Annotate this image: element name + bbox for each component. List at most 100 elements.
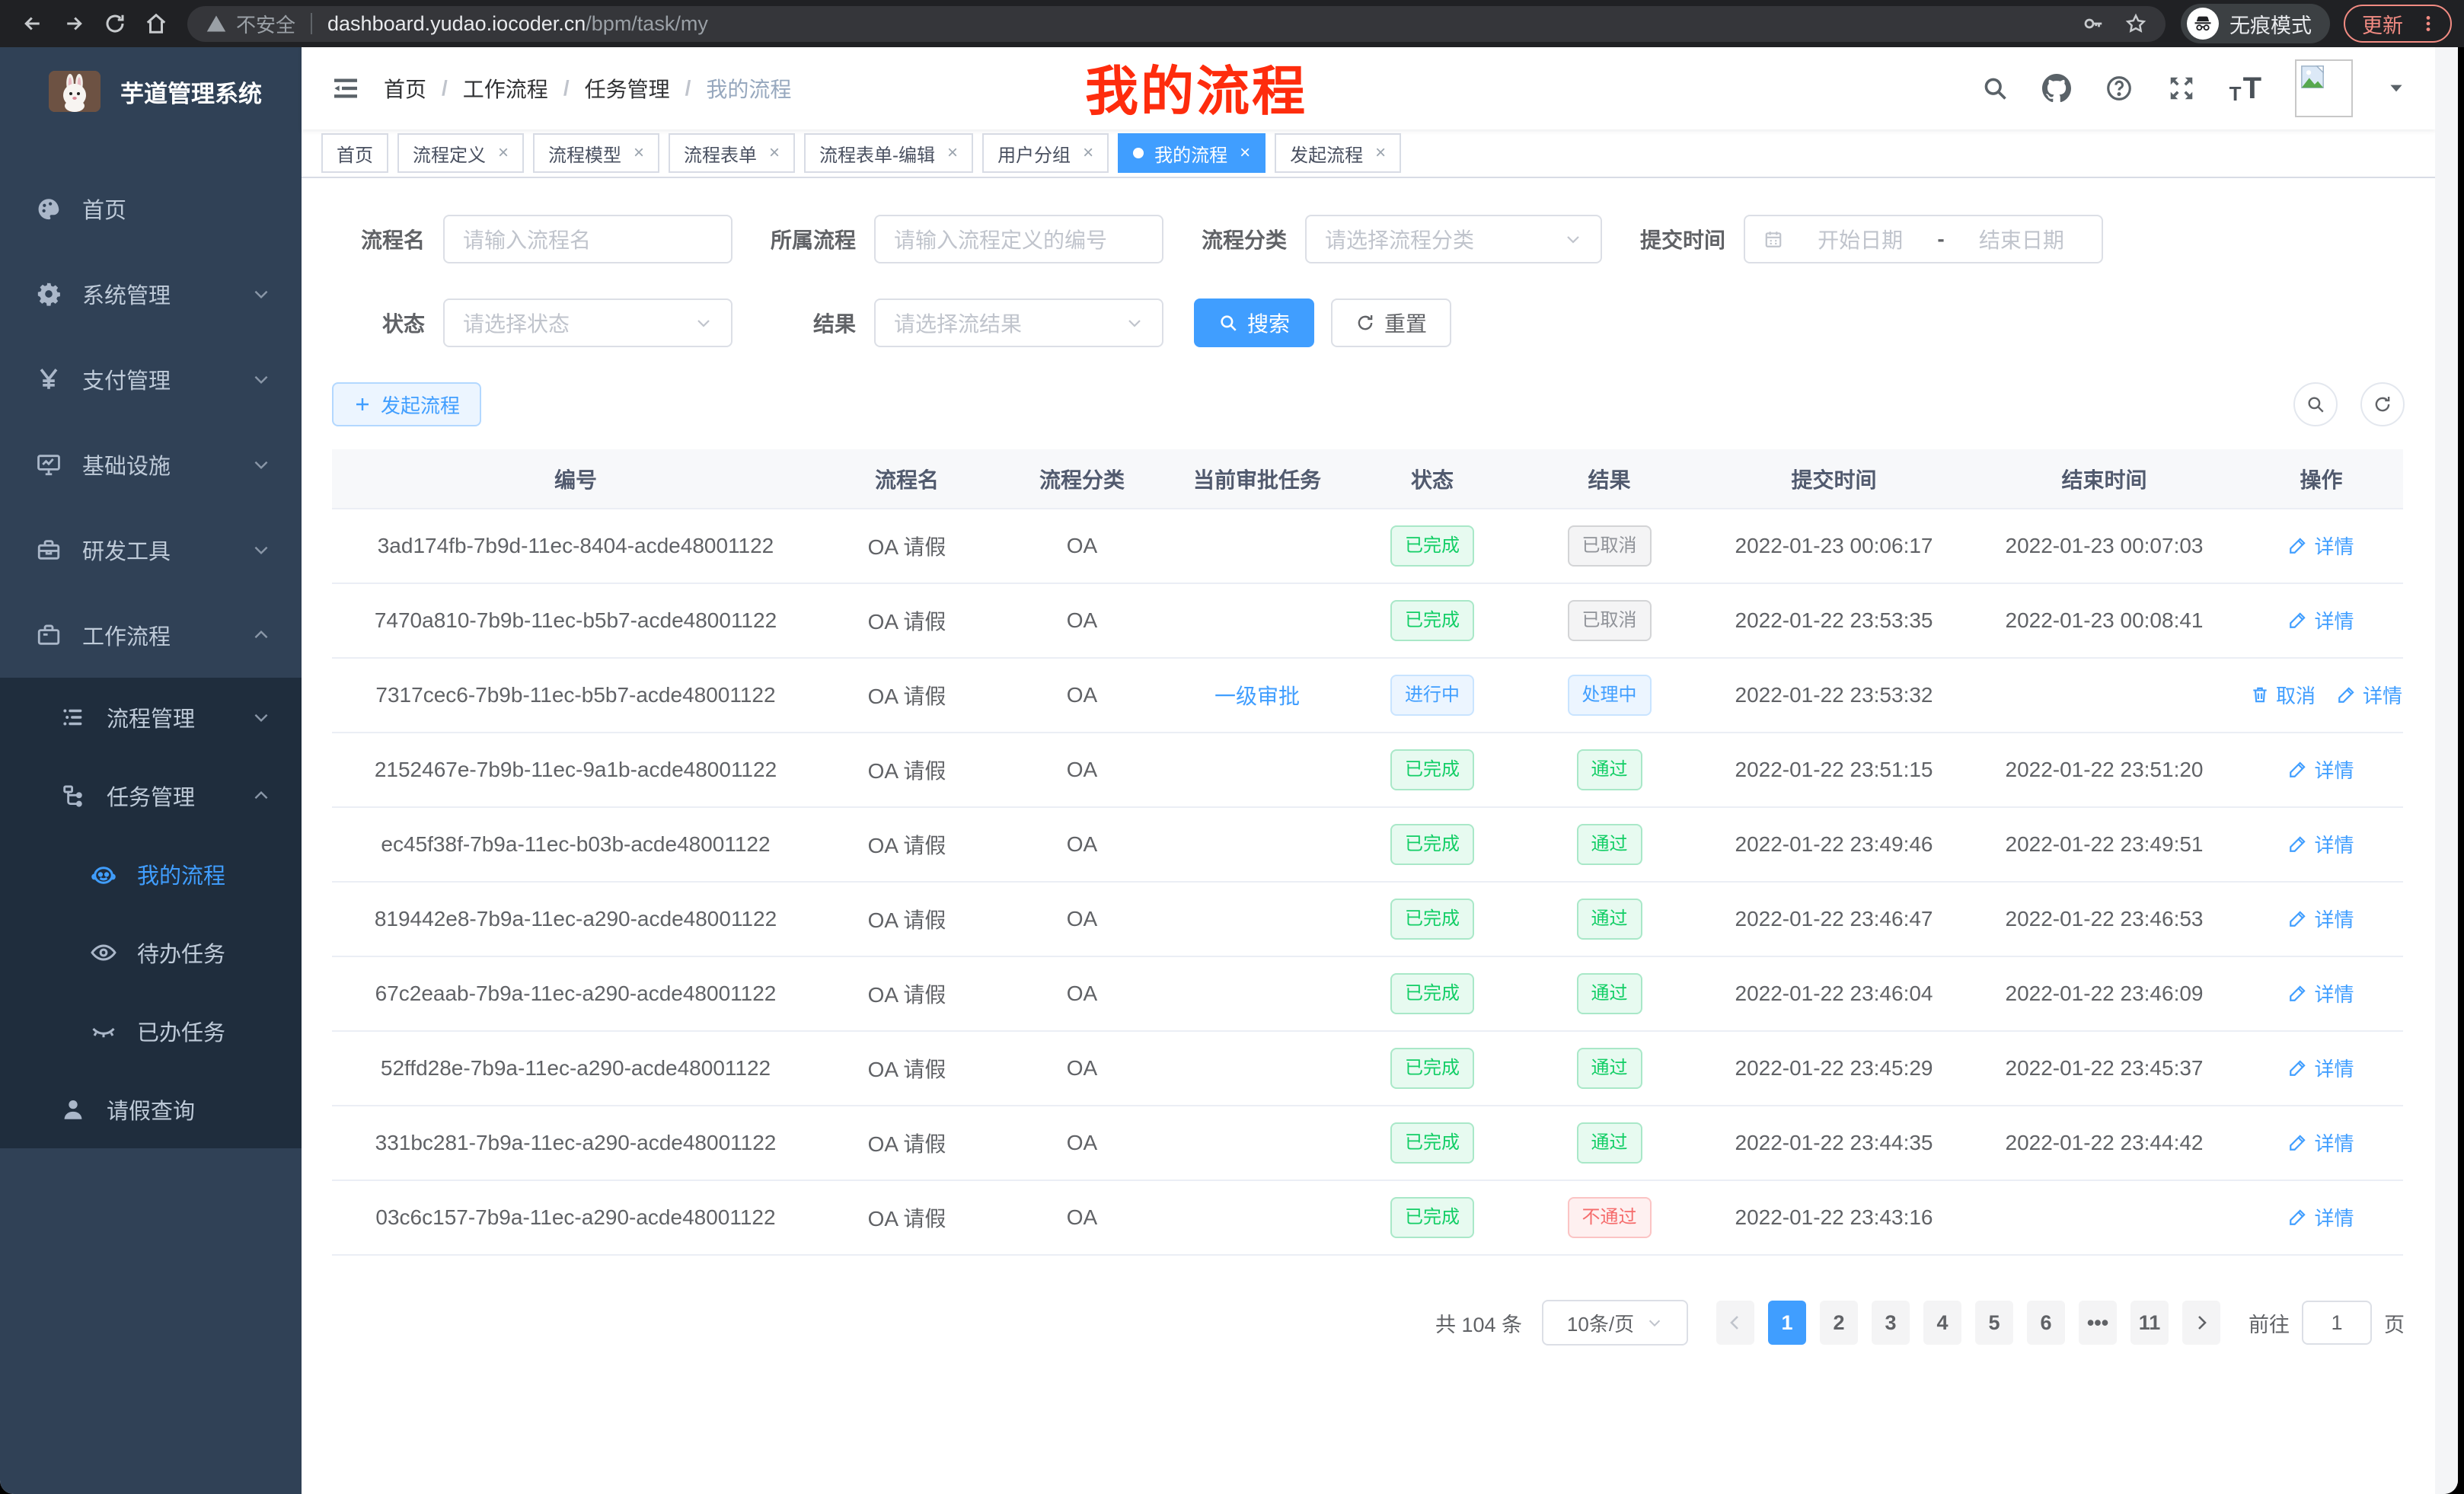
status-badge: 通过 xyxy=(1577,973,1642,1014)
sidebar-toggle-icon[interactable] xyxy=(330,73,361,104)
detail-action-link[interactable]: 详情 xyxy=(2288,606,2354,634)
bookmark-star-icon[interactable] xyxy=(2124,12,2147,35)
page-scrollbar[interactable] xyxy=(2435,47,2458,1494)
sidebar-item-首页[interactable]: 首页 xyxy=(0,166,302,251)
sidebar-item-任务管理[interactable]: 任务管理 xyxy=(0,756,302,835)
address-bar[interactable]: 不安全 dashboard.yudao.iocoder.cn/bpm/task/… xyxy=(187,6,2166,42)
start-process-button[interactable]: 发起流程 xyxy=(332,382,481,426)
page-button-3[interactable]: 3 xyxy=(1872,1301,1910,1345)
chevron-down-icon[interactable] xyxy=(2386,78,2406,98)
tab-发起流程[interactable]: 发起流程× xyxy=(1275,133,1401,173)
red-annotation: 我的流程 xyxy=(1085,49,1307,126)
breadcrumb-home[interactable]: 首页 xyxy=(384,73,426,104)
start-date-placeholder[interactable]: 开始日期 xyxy=(1799,224,1922,254)
update-label[interactable]: 更新 xyxy=(2362,9,2403,39)
detail-action-link[interactable]: 详情 xyxy=(2337,681,2402,709)
detail-action-link[interactable]: 详情 xyxy=(2288,905,2354,933)
search-button[interactable]: 搜索 xyxy=(1194,298,1314,347)
tab-close-icon[interactable]: × xyxy=(947,142,958,164)
goto-page-input[interactable] xyxy=(2302,1301,2372,1345)
breadcrumb-workflow[interactable]: 工作流程 xyxy=(463,73,548,104)
page-button-4[interactable]: 4 xyxy=(1923,1301,1961,1345)
status-badge: 已完成 xyxy=(1390,749,1474,790)
tab-首页[interactable]: 首页 xyxy=(321,133,388,173)
tab-用户分组[interactable]: 用户分组× xyxy=(982,133,1109,173)
page-button-1[interactable]: 1 xyxy=(1768,1301,1806,1345)
page-button-11[interactable]: 11 xyxy=(2130,1301,2169,1345)
result-select[interactable]: 请选择流结果 xyxy=(874,298,1163,347)
parent-process-input[interactable]: 请输入流程定义的编号 xyxy=(874,215,1163,263)
security-warning-icon[interactable] xyxy=(206,13,227,34)
browser-update-button[interactable]: 更新 xyxy=(2344,5,2452,43)
tab-流程表单-编辑[interactable]: 流程表单-编辑× xyxy=(804,133,973,173)
detail-action-link[interactable]: 详情 xyxy=(2288,532,2354,560)
tab-close-icon[interactable]: × xyxy=(1083,142,1093,164)
cell-category: OA xyxy=(994,807,1170,882)
browser-back-button[interactable] xyxy=(12,3,53,44)
browser-reload-button[interactable] xyxy=(94,3,136,44)
tab-close-icon[interactable]: × xyxy=(769,142,780,164)
category-select[interactable]: 请选择流程分类 xyxy=(1305,215,1602,263)
browser-forward-button[interactable] xyxy=(53,3,94,44)
url-text[interactable]: dashboard.yudao.iocoder.cn/bpm/task/my xyxy=(327,12,708,36)
refresh-table-button[interactable] xyxy=(2360,382,2405,426)
sidebar-item-请假查询[interactable]: 请假查询 xyxy=(0,1070,302,1148)
sidebar-item-支付管理[interactable]: 支付管理 xyxy=(0,337,302,422)
browser-menu-icon[interactable] xyxy=(2418,14,2438,34)
tab-close-icon[interactable]: × xyxy=(634,142,644,164)
sidebar-item-已办任务[interactable]: 已办任务 xyxy=(0,991,302,1070)
detail-action-link[interactable]: 详情 xyxy=(2288,830,2354,858)
github-icon[interactable] xyxy=(2042,74,2071,103)
password-key-icon[interactable] xyxy=(2082,12,2105,35)
sidebar-item-工作流程[interactable]: 工作流程 xyxy=(0,592,302,678)
page-button-5[interactable]: 5 xyxy=(1975,1301,2013,1345)
process-name-input[interactable]: 请输入流程名 xyxy=(443,215,732,263)
detail-action-link[interactable]: 详情 xyxy=(2288,1128,2354,1157)
detail-action-link[interactable]: 详情 xyxy=(2288,1054,2354,1082)
cell-result: 已取消 xyxy=(1520,509,1699,583)
sidebar-item-系统管理[interactable]: 系统管理 xyxy=(0,251,302,337)
sidebar-item-流程管理[interactable]: 流程管理 xyxy=(0,678,302,756)
status-select[interactable]: 请选择状态 xyxy=(443,298,732,347)
tab-我的流程[interactable]: 我的流程× xyxy=(1118,133,1266,173)
page-ellipsis[interactable]: ••• xyxy=(2079,1301,2117,1345)
sidebar-item-label: 基础设施 xyxy=(82,449,171,480)
show-search-button[interactable] xyxy=(2293,382,2338,426)
submit-time-range-picker[interactable]: 开始日期 - 结束日期 xyxy=(1744,215,2103,263)
detail-action-link[interactable]: 详情 xyxy=(2288,1203,2354,1231)
tab-close-icon[interactable]: × xyxy=(1375,142,1386,164)
sidebar-item-基础设施[interactable]: 基础设施 xyxy=(0,422,302,507)
avatar[interactable] xyxy=(2295,59,2353,117)
fullscreen-icon[interactable] xyxy=(2167,74,2196,103)
reset-button[interactable]: 重置 xyxy=(1331,298,1451,347)
font-size-icon[interactable]: TT xyxy=(2229,73,2261,104)
help-icon[interactable] xyxy=(2105,74,2134,103)
yen-icon xyxy=(35,366,62,392)
tab-close-icon[interactable]: × xyxy=(1240,142,1250,164)
browser-home-button[interactable] xyxy=(136,3,177,44)
prev-page-button[interactable] xyxy=(1716,1301,1754,1345)
current-task-link[interactable]: 一级审批 xyxy=(1214,685,1300,708)
cell-current-task xyxy=(1170,733,1345,807)
next-page-button[interactable] xyxy=(2182,1301,2220,1345)
tab-close-icon[interactable]: × xyxy=(498,142,509,164)
cell-result: 不通过 xyxy=(1520,1180,1699,1255)
end-date-placeholder[interactable]: 结束日期 xyxy=(1960,224,2083,254)
page-size-select[interactable]: 10条/页 xyxy=(1542,1300,1688,1346)
cancel-action-link[interactable]: 取消 xyxy=(2250,681,2316,709)
tab-流程定义[interactable]: 流程定义× xyxy=(397,133,524,173)
app-logo-row[interactable]: 芋道管理系统 xyxy=(0,47,302,136)
page-button-6[interactable]: 6 xyxy=(2027,1301,2065,1345)
tab-流程模型[interactable]: 流程模型× xyxy=(533,133,659,173)
sidebar-item-研发工具[interactable]: 研发工具 xyxy=(0,507,302,592)
detail-action-link[interactable]: 详情 xyxy=(2288,979,2354,1007)
detail-action-link[interactable]: 详情 xyxy=(2288,755,2354,784)
tab-流程表单[interactable]: 流程表单× xyxy=(669,133,795,173)
column-header-当前审批任务: 当前审批任务 xyxy=(1170,449,1345,509)
search-icon[interactable] xyxy=(1981,75,2009,102)
page-button-2[interactable]: 2 xyxy=(1820,1301,1858,1345)
breadcrumb-task-mgmt[interactable]: 任务管理 xyxy=(585,73,670,104)
security-label[interactable]: 不安全 xyxy=(236,10,295,38)
sidebar-item-待办任务[interactable]: 待办任务 xyxy=(0,913,302,991)
sidebar-item-我的流程[interactable]: 我的流程 xyxy=(0,835,302,913)
